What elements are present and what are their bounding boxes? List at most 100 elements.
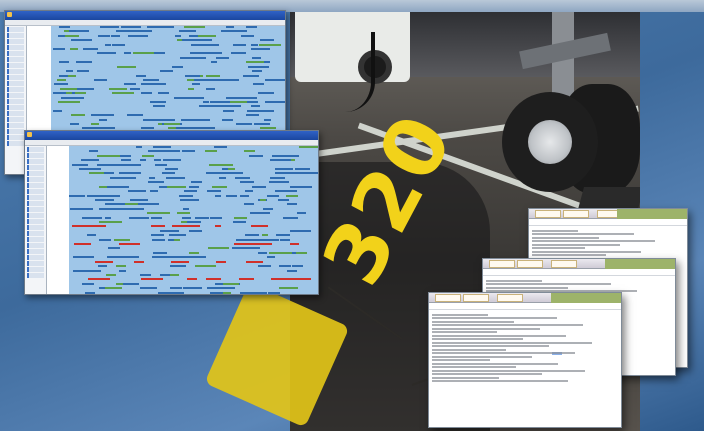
flight-bar[interactable] <box>239 278 254 281</box>
report-tab-icon[interactable] <box>535 210 561 218</box>
flight-bar[interactable] <box>165 168 178 171</box>
flight-bar[interactable] <box>119 269 126 272</box>
gantt-row[interactable] <box>69 150 318 153</box>
flight-bar[interactable] <box>153 146 171 148</box>
flight-bar[interactable] <box>154 83 166 86</box>
flight-bar[interactable] <box>105 203 125 206</box>
gantt-row[interactable] <box>69 194 318 198</box>
flight-bar[interactable] <box>226 26 234 28</box>
flight-bar[interactable] <box>280 238 290 241</box>
sidebar-item[interactable] <box>7 99 24 104</box>
flight-bar[interactable] <box>148 150 169 153</box>
flight-bar[interactable] <box>269 251 292 254</box>
flight-bar[interactable] <box>109 87 127 90</box>
flight-bar[interactable] <box>218 78 239 81</box>
flight-bar[interactable] <box>209 163 226 166</box>
flight-bar[interactable] <box>152 256 167 259</box>
gantt-row[interactable] <box>69 225 318 228</box>
gantt-row[interactable] <box>69 282 318 286</box>
flight-bar[interactable] <box>119 243 140 246</box>
gantt-row[interactable] <box>69 229 318 233</box>
flight-bar[interactable] <box>198 39 212 42</box>
flight-bar[interactable] <box>203 105 210 108</box>
sidebar-item[interactable] <box>7 63 24 68</box>
flight-bar[interactable] <box>132 256 139 259</box>
flight-bar[interactable] <box>182 150 195 153</box>
sidebar-item[interactable] <box>27 231 44 236</box>
flight-bar[interactable] <box>74 87 94 90</box>
flight-bar[interactable] <box>136 146 142 148</box>
gantt-row[interactable] <box>51 48 285 51</box>
flight-bar[interactable] <box>251 43 258 46</box>
flight-bar[interactable] <box>184 26 205 28</box>
gantt-row[interactable] <box>69 203 318 206</box>
gantt-row[interactable] <box>69 168 318 171</box>
gantt-row[interactable] <box>69 265 318 268</box>
flight-bar[interactable] <box>61 96 72 99</box>
gantt-row[interactable] <box>51 78 285 82</box>
flight-bar[interactable] <box>169 234 176 237</box>
sidebar-item[interactable] <box>27 213 44 218</box>
report-tab-icon[interactable] <box>463 294 489 302</box>
sidebar-item[interactable] <box>27 261 44 266</box>
sidebar-item[interactable] <box>7 51 24 56</box>
flight-bar[interactable] <box>206 87 215 90</box>
gantt-row[interactable] <box>69 273 318 277</box>
flight-bar[interactable] <box>53 109 62 112</box>
flight-bar[interactable] <box>177 212 190 215</box>
gantt-row[interactable] <box>69 287 318 290</box>
gantt-row[interactable] <box>51 87 285 91</box>
flight-bar[interactable] <box>59 61 69 64</box>
flight-bar[interactable] <box>180 198 199 201</box>
flight-bar[interactable] <box>157 225 165 228</box>
flight-bar[interactable] <box>214 146 227 148</box>
flight-bar[interactable] <box>99 118 107 121</box>
flight-bar[interactable] <box>194 118 210 121</box>
flight-bar[interactable] <box>158 118 171 121</box>
flight-bar[interactable] <box>210 216 222 219</box>
flight-bar[interactable] <box>69 30 89 33</box>
flight-bar[interactable] <box>221 30 237 33</box>
sidebar-item[interactable] <box>27 159 44 164</box>
flight-bar[interactable] <box>170 273 179 276</box>
report-toolbar[interactable] <box>429 293 621 303</box>
flight-bar[interactable] <box>98 265 107 268</box>
flight-bar[interactable] <box>153 105 165 108</box>
gantt-row[interactable] <box>69 198 318 202</box>
flight-bar[interactable] <box>198 34 216 37</box>
gantt-row[interactable] <box>69 190 318 193</box>
sidebar-item[interactable] <box>7 93 24 98</box>
flight-bar[interactable] <box>189 185 199 188</box>
report-header-tab[interactable] <box>551 293 621 303</box>
flight-bar[interactable] <box>53 92 76 95</box>
sidebar-item[interactable] <box>7 75 24 80</box>
flight-bar[interactable] <box>191 181 202 184</box>
flight-bar[interactable] <box>99 194 120 197</box>
flight-bar[interactable] <box>128 34 148 37</box>
flight-bar[interactable] <box>202 52 222 55</box>
schedule-sidebar[interactable] <box>25 146 47 294</box>
flight-bar[interactable] <box>150 101 166 103</box>
flight-bar[interactable] <box>187 287 202 290</box>
flight-bar[interactable] <box>226 194 237 197</box>
flight-bar[interactable] <box>101 198 108 201</box>
gantt-row[interactable] <box>69 243 318 246</box>
flight-bar[interactable] <box>216 260 226 263</box>
flight-bar[interactable] <box>248 65 269 68</box>
flight-bar[interactable] <box>114 238 130 241</box>
flight-bar[interactable] <box>281 159 291 162</box>
flight-bar[interactable] <box>252 185 266 188</box>
report-tab-icon[interactable] <box>517 260 543 268</box>
flight-bar[interactable] <box>172 225 181 228</box>
flight-bar[interactable] <box>210 101 230 103</box>
flight-bar[interactable] <box>268 291 280 294</box>
flight-bar[interactable] <box>290 229 311 232</box>
flight-bar[interactable] <box>88 269 101 272</box>
flight-bar[interactable] <box>191 229 201 232</box>
flight-bar[interactable] <box>223 109 234 112</box>
flight-bar[interactable] <box>275 172 298 175</box>
flight-bar[interactable] <box>187 278 197 281</box>
gantt-row[interactable] <box>51 114 285 117</box>
flight-bar[interactable] <box>160 229 179 232</box>
flight-bar[interactable] <box>168 238 174 241</box>
